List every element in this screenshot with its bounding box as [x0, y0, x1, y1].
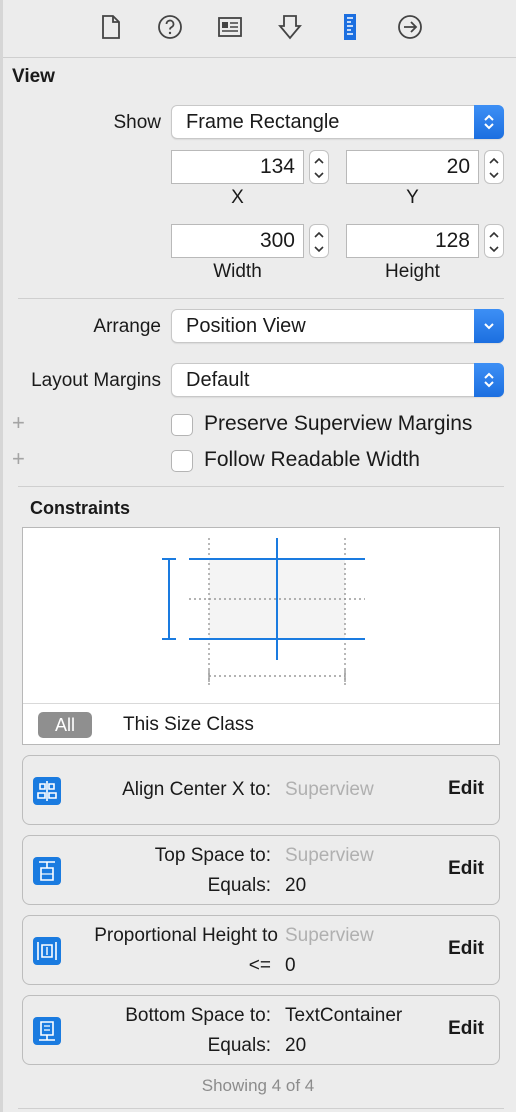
stepper-down-icon — [489, 172, 499, 179]
segment-all[interactable]: All — [38, 712, 92, 738]
updown-arrows-icon — [474, 105, 504, 139]
size-ruler-icon — [344, 14, 356, 40]
constraint-card[interactable]: Proportional Height to Superview <= 0 Ed… — [22, 915, 500, 985]
height-field[interactable]: 128 — [346, 224, 479, 258]
identity-icon — [218, 17, 242, 37]
width-label: Width — [213, 261, 262, 282]
constraint-constant: 0 — [285, 955, 296, 976]
segment-this-size-class[interactable]: This Size Class — [123, 712, 254, 738]
stepper-down-icon — [314, 172, 324, 179]
constraint-label: Proportional Height to — [94, 925, 278, 946]
stepper-up-icon — [489, 231, 499, 238]
constraint-relation: Equals: — [207, 1035, 271, 1056]
x-label: X — [231, 187, 244, 208]
file-inspector-tab[interactable] — [93, 10, 127, 44]
stepper-up-icon — [314, 231, 324, 238]
show-label: Show — [113, 112, 161, 133]
align-center-x-icon — [33, 777, 61, 805]
layout-margins-label: Layout Margins — [31, 370, 161, 391]
updown-arrows-icon — [474, 363, 504, 397]
constraint-relation: Equals: — [207, 875, 271, 896]
constraints-count: Showing 4 of 4 — [201, 1076, 315, 1095]
connections-icon — [398, 15, 422, 39]
stepper-up-icon — [314, 157, 324, 164]
bottom-space-icon — [33, 1017, 61, 1045]
preserve-margins-label: Preserve Superview Margins — [204, 412, 473, 435]
width-stepper[interactable] — [309, 224, 329, 258]
y-field[interactable]: 20 — [346, 150, 479, 184]
y-label: Y — [406, 187, 419, 208]
constraint-constant: 20 — [285, 875, 307, 896]
constraint-card[interactable]: Align Center X to: Superview Edit — [22, 755, 500, 825]
size-class-segment: All This Size Class — [23, 703, 499, 744]
identity-inspector-tab[interactable] — [213, 10, 247, 44]
inspector-tab-bar — [3, 0, 516, 58]
show-popup-value: Frame Rectangle — [186, 111, 340, 133]
constraint-target: Superview — [285, 845, 374, 866]
constraint-constant: 20 — [285, 1035, 307, 1056]
stepper-down-icon — [314, 246, 324, 253]
layout-margins-popup-value: Default — [186, 369, 250, 391]
height-label: Height — [385, 261, 440, 282]
constraint-card[interactable]: Bottom Space to: TextContainer Equals: 2… — [22, 995, 500, 1065]
attributes-icon — [278, 15, 302, 40]
add-variation-button[interactable]: + — [12, 410, 25, 436]
x-stepper[interactable] — [309, 150, 329, 184]
x-field[interactable]: 134 — [171, 150, 304, 184]
readable-width-label: Follow Readable Width — [204, 448, 420, 471]
edit-button[interactable]: Edit — [448, 778, 484, 800]
top-space-icon — [33, 857, 61, 885]
constraint-label: Align Center X to: — [122, 779, 271, 800]
proportional-height-icon — [33, 937, 61, 965]
constraint-target: TextContainer — [285, 1005, 403, 1026]
constraint-diagram-graphic — [162, 538, 365, 688]
stepper-down-icon — [489, 246, 499, 253]
view-section-title: View — [12, 66, 55, 87]
chevron-down-icon — [474, 309, 504, 343]
constraints-title: Constraints — [30, 498, 131, 518]
file-icon — [102, 15, 120, 39]
panel-edge — [0, 0, 3, 1112]
section-divider — [18, 486, 504, 487]
constraint-label: Top Space to: — [154, 845, 271, 866]
constraint-relation: <= — [248, 955, 271, 976]
arrange-popup[interactable]: Position View — [171, 309, 504, 343]
width-field[interactable]: 300 — [171, 224, 304, 258]
section-divider — [18, 298, 504, 299]
stepper-up-icon — [489, 157, 499, 164]
show-popup[interactable]: Frame Rectangle — [171, 105, 504, 139]
edit-button[interactable]: Edit — [448, 858, 484, 880]
size-inspector-tab[interactable] — [333, 10, 367, 44]
help-icon — [158, 15, 182, 39]
arrange-popup-value: Position View — [186, 315, 306, 337]
constraint-label: Bottom Space to: — [125, 1005, 271, 1026]
height-stepper[interactable] — [484, 224, 504, 258]
edit-button[interactable]: Edit — [448, 938, 484, 960]
constraints-diagram: All This Size Class — [22, 527, 500, 745]
edit-button[interactable]: Edit — [448, 1018, 484, 1040]
layout-margins-popup[interactable]: Default — [171, 363, 504, 397]
arrange-label: Arrange — [93, 316, 161, 337]
y-stepper[interactable] — [484, 150, 504, 184]
connections-inspector-tab[interactable] — [393, 10, 427, 44]
constraint-target: Superview — [285, 925, 374, 946]
readable-width-checkbox[interactable] — [171, 450, 193, 472]
attributes-inspector-tab[interactable] — [273, 10, 307, 44]
add-variation-button[interactable]: + — [12, 446, 25, 472]
section-divider — [18, 1108, 504, 1109]
preserve-margins-checkbox[interactable] — [171, 414, 193, 436]
constraint-target: Superview — [285, 779, 374, 800]
constraint-card[interactable]: Top Space to: Superview Equals: 20 Edit — [22, 835, 500, 905]
help-inspector-tab[interactable] — [153, 10, 187, 44]
